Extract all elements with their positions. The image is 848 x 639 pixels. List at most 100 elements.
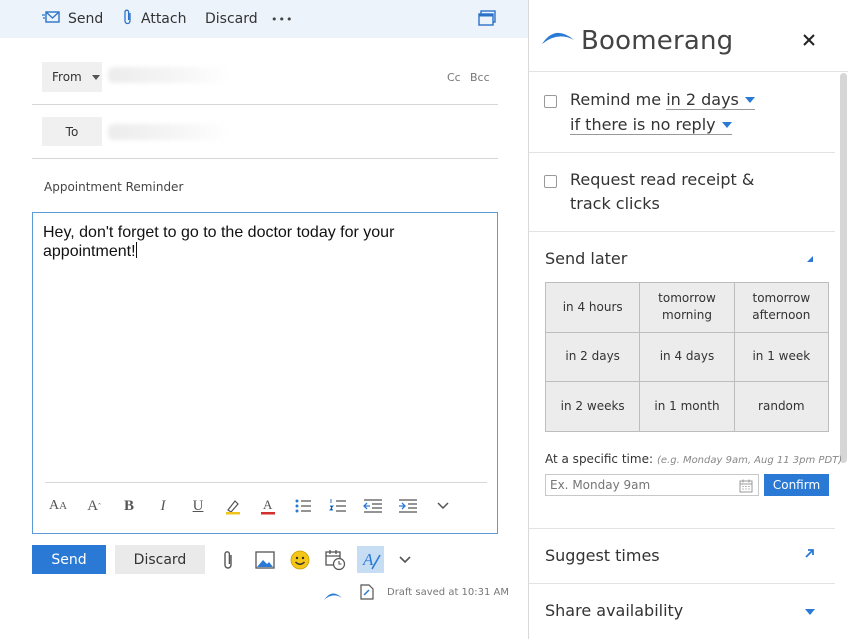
remind-condition-value: if there is no reply <box>570 115 716 134</box>
more-options-button[interactable]: ••• <box>271 0 293 38</box>
close-icon[interactable] <box>803 30 815 51</box>
italic-icon[interactable]: I <box>152 495 174 517</box>
paperclip-icon <box>123 9 133 29</box>
send-later-option[interactable]: tomorrow afternoon <box>734 283 828 332</box>
send-icon <box>42 10 60 28</box>
collapse-triangle-icon[interactable] <box>807 256 813 262</box>
remind-text: Remind me in 2 days <box>570 88 755 111</box>
panel-scrollbar[interactable] <box>840 73 847 463</box>
draft-status: Draft saved at 10:31 AM <box>387 587 510 598</box>
from-address-redacted <box>108 67 230 83</box>
caret-down-icon <box>744 97 755 103</box>
from-divider <box>32 104 498 105</box>
format-bar-divider <box>45 482 487 483</box>
remind-checkbox[interactable] <box>544 95 557 108</box>
cc-link[interactable]: Cc <box>447 71 461 84</box>
from-button[interactable]: From <box>42 62 102 92</box>
send-later-grid: in 4 hours tomorrow morning tomorrow aft… <box>545 282 829 432</box>
toolbar-discard-label: Discard <box>205 11 258 27</box>
toolbar-attach-label: Attach <box>141 11 187 27</box>
read-receipt-label-1: Request read receipt & <box>570 170 755 189</box>
compose-toolbar: Send Attach Discard ••• <box>0 0 528 38</box>
arrow-up-right-icon <box>805 547 815 562</box>
underline-icon[interactable]: U <box>187 495 209 517</box>
specific-time-hint: (e.g. Monday 9am, Aug 11 3pm PDT) <box>657 455 843 466</box>
bcc-link[interactable]: Bcc <box>470 71 490 84</box>
body-text: Hey, don't forget to go to the doctor to… <box>43 224 395 260</box>
confirm-button[interactable]: Confirm <box>764 474 829 496</box>
svg-text:A: A <box>263 497 273 512</box>
suggest-times-section[interactable]: Suggest times <box>529 529 835 584</box>
share-availability-section[interactable]: Share availability <box>529 584 835 639</box>
read-receipt-checkbox[interactable] <box>544 175 557 188</box>
draft-page-icon <box>360 584 374 604</box>
send-later-option[interactable]: in 1 month <box>640 382 734 431</box>
send-later-option[interactable]: in 1 week <box>734 332 828 382</box>
panel-header: Boomerang <box>529 0 848 72</box>
remind-interval-value: in 2 days <box>666 90 739 109</box>
increase-indent-icon[interactable] <box>397 495 419 517</box>
emoji-icon[interactable] <box>288 548 312 572</box>
message-body-text[interactable]: Hey, don't forget to go to the doctor to… <box>43 223 483 261</box>
font-grow-icon[interactable]: Aˆ <box>83 495 105 517</box>
send-later-option[interactable]: in 2 weeks <box>546 382 640 431</box>
font-color-icon[interactable]: A <box>257 495 279 517</box>
caret-down-icon <box>805 609 815 615</box>
send-later-heading[interactable]: Send later <box>545 247 627 270</box>
share-availability-label: Share availability <box>545 601 684 620</box>
to-label: To <box>65 124 79 139</box>
font-size-icon[interactable]: AA <box>47 495 69 517</box>
remind-interval-dropdown[interactable]: in 2 days <box>666 90 755 110</box>
chevron-down-icon[interactable] <box>432 495 454 517</box>
to-divider <box>32 158 498 159</box>
discard-button[interactable]: Discard <box>115 545 205 574</box>
format-text-icon[interactable]: A <box>357 546 384 573</box>
calendar-icon[interactable] <box>739 478 753 493</box>
bullets-icon[interactable] <box>292 495 314 517</box>
image-icon[interactable] <box>253 548 277 572</box>
send-button[interactable]: Send <box>32 545 106 574</box>
chevron-down-icon <box>91 74 100 80</box>
send-later-option[interactable]: random <box>734 382 828 431</box>
subject-field[interactable]: Appointment Reminder <box>44 180 183 194</box>
numbering-icon[interactable] <box>327 495 349 517</box>
toolbar-send-button[interactable]: Send <box>42 0 103 38</box>
calendar-clock-icon[interactable] <box>323 548 347 572</box>
send-later-option[interactable]: tomorrow morning <box>640 283 734 332</box>
remind-prefix: Remind me <box>570 90 662 109</box>
read-receipt-label-2: track clicks <box>570 194 660 213</box>
send-later-option[interactable]: in 4 hours <box>546 283 640 332</box>
panel-title: Boomerang <box>581 26 734 56</box>
highlight-icon[interactable] <box>222 495 244 517</box>
toolbar-discard-button[interactable]: Discard <box>205 0 258 38</box>
bold-icon[interactable]: B <box>118 495 140 517</box>
boomerang-panel: Boomerang Remind me in 2 days if there i… <box>528 0 848 639</box>
send-later-option[interactable]: in 4 days <box>640 332 734 382</box>
paperclip-icon[interactable] <box>217 548 241 572</box>
toolbar-send-label: Send <box>68 11 104 27</box>
option-line: tomorrow morning <box>658 291 716 323</box>
message-body-editor[interactable]: Hey, don't forget to go to the doctor to… <box>32 212 498 534</box>
caret-down-icon <box>721 122 732 128</box>
chevron-down-icon[interactable] <box>393 548 417 572</box>
compose-pane: Send Attach Discard ••• From Cc Bcc To A… <box>0 0 528 639</box>
to-button[interactable]: To <box>42 117 102 146</box>
toolbar-attach-button[interactable]: Attach <box>123 0 186 38</box>
specific-time-label: At a specific time: (e.g. Monday 9am, Aug… <box>545 452 842 466</box>
boomerang-logo-icon <box>541 28 575 50</box>
option-line: tomorrow afternoon <box>752 291 811 323</box>
decrease-indent-icon[interactable] <box>362 495 384 517</box>
boomerang-icon[interactable] <box>323 587 343 606</box>
send-later-option[interactable]: in 2 days <box>546 332 640 382</box>
specific-time-input[interactable] <box>545 474 759 496</box>
to-field[interactable] <box>108 124 230 140</box>
suggest-times-label: Suggest times <box>545 546 660 565</box>
popout-icon[interactable] <box>478 10 496 26</box>
text-caret <box>135 242 137 258</box>
from-label: From <box>52 70 82 84</box>
specific-time-text: At a specific time: <box>545 452 653 466</box>
remind-condition-dropdown[interactable]: if there is no reply <box>570 113 732 136</box>
read-receipt-section: Request read receipt & track clicks <box>529 153 835 232</box>
svg-text:A: A <box>362 550 374 569</box>
ellipsis-icon: ••• <box>271 12 294 26</box>
